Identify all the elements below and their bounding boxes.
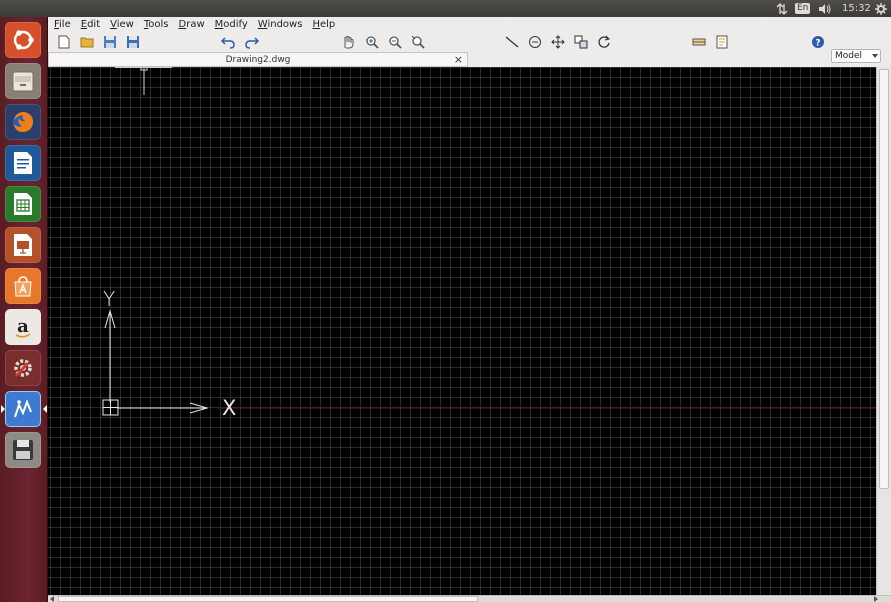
clock[interactable]: 15:32 xyxy=(842,0,871,17)
libreoffice-impress-button[interactable] xyxy=(5,227,41,263)
amazon-button[interactable]: a xyxy=(5,309,41,345)
menu-edit[interactable]: Edit xyxy=(81,19,100,30)
chevron-down-icon xyxy=(872,54,878,58)
zoom-extents-icon[interactable] xyxy=(410,34,426,50)
document-tab[interactable]: Drawing2.dwg × xyxy=(48,52,468,67)
vertical-scrollbar[interactable] xyxy=(876,67,891,595)
network-transfer-icon[interactable] xyxy=(776,0,788,17)
calc-spreadsheet-icon xyxy=(14,193,32,215)
menu-modify[interactable]: Modify xyxy=(215,19,248,30)
libreoffice-calc-button[interactable] xyxy=(5,186,41,222)
ubuntu-logo-icon xyxy=(13,30,34,50)
redo-icon[interactable] xyxy=(244,34,260,50)
layer-icon[interactable] xyxy=(691,34,707,50)
ubuntu-dash-button[interactable] xyxy=(5,22,41,58)
cad-pen-icon xyxy=(14,399,32,418)
svg-text:a: a xyxy=(17,316,29,337)
new-icon[interactable] xyxy=(56,34,72,50)
circle-icon[interactable] xyxy=(527,34,543,50)
volume-icon[interactable] xyxy=(818,0,831,17)
focused-indicator xyxy=(43,405,47,413)
horizontal-scrollbar-thumb[interactable] xyxy=(58,596,478,602)
file-cabinet-icon xyxy=(12,71,34,92)
system-settings-button[interactable] xyxy=(5,350,41,386)
menu-file[interactable]: File xyxy=(54,19,71,30)
top-panel: En 15:32 xyxy=(0,0,891,17)
cad-application-window: File Edit View Tools Draw Modify Windows… xyxy=(48,17,891,602)
menu-tools[interactable]: Tools xyxy=(144,19,169,30)
save-disk-button[interactable] xyxy=(5,432,41,468)
menubar: File Edit View Tools Draw Modify Windows… xyxy=(48,17,891,32)
impress-presentation-icon xyxy=(14,234,32,256)
menu-view[interactable]: View xyxy=(110,19,134,30)
ucs-y-label: Y xyxy=(103,287,116,311)
power-gear-icon[interactable] xyxy=(875,0,887,17)
shopping-bag-icon xyxy=(14,276,32,297)
pan-hand-icon[interactable] xyxy=(340,34,356,50)
vertical-scrollbar-thumb[interactable] xyxy=(879,69,889,489)
help-icon[interactable]: ? xyxy=(810,34,826,50)
toolbar: ? Model xyxy=(48,32,891,63)
firefox-icon xyxy=(13,112,33,132)
drawing-canvas[interactable]: Y X xyxy=(48,67,876,595)
firefox-button[interactable] xyxy=(5,104,41,140)
settings-wrench-icon xyxy=(14,359,32,378)
document-tab-title: Drawing2.dwg xyxy=(225,54,291,65)
save-as-icon[interactable] xyxy=(125,34,141,50)
save-icon[interactable] xyxy=(102,34,118,50)
horizontal-scrollbar[interactable] xyxy=(48,595,891,602)
keyboard-layout-icon: En xyxy=(795,3,811,14)
properties-icon[interactable] xyxy=(714,34,730,50)
space-select[interactable]: Model xyxy=(831,49,881,63)
keyboard-layout-indicator[interactable]: En xyxy=(795,0,811,17)
menu-draw[interactable]: Draw xyxy=(179,19,205,30)
open-folder-icon[interactable] xyxy=(79,34,95,50)
cad-app-button[interactable] xyxy=(5,391,41,427)
space-select-value: Model xyxy=(835,51,863,61)
line-icon[interactable] xyxy=(504,34,520,50)
launcher: a xyxy=(0,17,48,602)
svg-text:?: ? xyxy=(815,39,820,49)
menu-help[interactable]: Help xyxy=(312,19,335,30)
move-icon[interactable] xyxy=(550,34,566,50)
amazon-icon: a xyxy=(15,316,31,338)
ucs-x-label: X xyxy=(222,396,237,420)
close-icon[interactable]: × xyxy=(454,53,463,66)
zoom-out-icon[interactable] xyxy=(387,34,403,50)
files-button[interactable] xyxy=(5,63,41,99)
floppy-disk-icon xyxy=(13,440,33,460)
undo-icon[interactable] xyxy=(220,34,236,50)
menu-windows[interactable]: Windows xyxy=(258,19,303,30)
libreoffice-writer-button[interactable] xyxy=(5,145,41,181)
writer-document-icon xyxy=(14,152,32,174)
copy-icon[interactable] xyxy=(573,34,589,50)
running-indicator xyxy=(1,405,5,413)
scroll-right-icon[interactable] xyxy=(873,596,879,602)
rotate-icon[interactable] xyxy=(596,34,612,50)
ucs-origin-cross xyxy=(103,400,118,415)
ubuntu-software-button[interactable] xyxy=(5,268,41,304)
zoom-in-icon[interactable] xyxy=(364,34,380,50)
ucs-overlay xyxy=(102,67,876,416)
scroll-left-icon[interactable] xyxy=(49,596,55,602)
